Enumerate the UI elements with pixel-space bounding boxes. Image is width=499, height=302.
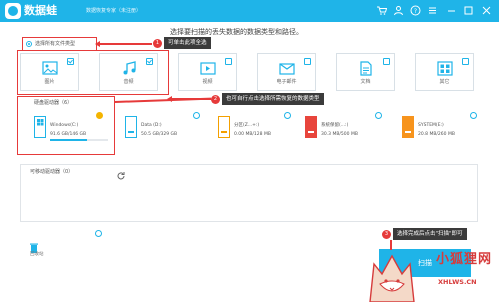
minimize-icon[interactable]: [446, 5, 457, 16]
recycle-bin-icon[interactable]: [30, 238, 38, 253]
page-headline: 选择要扫描的丢失数据的数据类型和路径。: [170, 28, 303, 36]
annotation-arrow-head: [95, 41, 100, 47]
annotation-highlight-drive: [17, 96, 115, 155]
file-type-label: 视频: [202, 79, 213, 85]
recycle-bin-label: 回收站: [30, 252, 44, 257]
file-type-email[interactable]: 电子邮件: [257, 53, 316, 91]
drive-size: 0.00 MB/128 MB: [234, 132, 271, 137]
annotation-arrow-1: [97, 43, 152, 45]
removable-drives-panel: [20, 164, 478, 222]
file-type-label: 电子邮件: [276, 79, 297, 85]
annotation-number: 1: [153, 39, 162, 48]
drive-size: 20.8 MB/260 MB: [418, 132, 455, 137]
document-icon: [358, 61, 374, 76]
title-bar: 数据蛙 数据恢复专家（未注册） ?: [0, 0, 499, 22]
other-checkbox[interactable]: [462, 58, 469, 65]
annotation-highlight-file-types: [17, 50, 169, 95]
window-title: 数据恢复专家（未注册）: [86, 8, 142, 14]
file-type-label: 文档: [360, 79, 371, 85]
watermark-url: XHLWS.CN: [438, 278, 477, 286]
drive-size: 50.5 GB/329 GB: [141, 132, 178, 137]
drive-name: Data (D:): [141, 123, 162, 128]
drive-radio[interactable]: [470, 112, 477, 119]
app-name: 数据蛙: [24, 4, 57, 17]
drive-radio[interactable]: [284, 112, 291, 119]
drive-radio[interactable]: [375, 112, 382, 119]
file-type-other[interactable]: 其它: [415, 53, 474, 91]
drive-icon: [305, 116, 317, 138]
other-files-icon: [437, 61, 453, 76]
user-icon[interactable]: [393, 5, 404, 16]
drive-icon: [402, 116, 414, 138]
menu-icon[interactable]: [427, 5, 438, 16]
drive-partition-z[interactable]: 分区(Z...+:) 0.00 MB/128 MB: [218, 111, 294, 151]
recycle-bin-radio[interactable]: [95, 230, 102, 237]
app-logo-icon: [5, 3, 21, 19]
email-checkbox[interactable]: [304, 58, 311, 65]
drive-system-reserved[interactable]: 系统保留(...:) 30.3 MB/500 MB: [305, 111, 382, 151]
cart-icon[interactable]: [376, 5, 388, 16]
drive-name: SYSTEM(E:): [418, 123, 444, 128]
help-icon[interactable]: ?: [410, 5, 421, 16]
annotation-highlight-select-all: [22, 37, 97, 51]
file-type-video[interactable]: 视频: [178, 53, 237, 91]
drive-system-e[interactable]: SYSTEM(E:) 20.8 MB/260 MB: [402, 111, 478, 151]
drive-name: 分区(Z...+:): [234, 123, 260, 128]
drive-data-d[interactable]: Data (D:) 50.5 GB/329 GB: [125, 111, 205, 151]
drive-name: 系统保留(...:): [321, 123, 349, 128]
drive-icon: [218, 116, 230, 138]
file-type-label: 其它: [439, 79, 450, 85]
maximize-icon[interactable]: [463, 5, 474, 16]
drive-icon: [125, 116, 137, 138]
drive-radio[interactable]: [193, 112, 200, 119]
drive-size: 30.3 MB/500 MB: [321, 132, 358, 137]
video-checkbox[interactable]: [225, 58, 232, 65]
file-type-document[interactable]: 文档: [336, 53, 395, 91]
svg-text:?: ?: [414, 8, 417, 15]
watermark-text: 小狐狸网: [436, 252, 493, 267]
email-icon: [279, 61, 295, 76]
annotation-arrow-2b: [114, 97, 211, 103]
refresh-icon[interactable]: [116, 166, 126, 180]
close-icon[interactable]: [481, 5, 492, 16]
document-checkbox[interactable]: [383, 58, 390, 65]
annotation-callout-1: 可单击此项全选: [164, 37, 211, 49]
annotation-number: 2: [211, 95, 220, 104]
annotation-callout-2: 也可自行点击选择所需恢复的数据类型: [222, 93, 324, 105]
removable-drives-title: 可移动驱动器（0）: [30, 169, 74, 175]
video-icon: [200, 61, 216, 76]
